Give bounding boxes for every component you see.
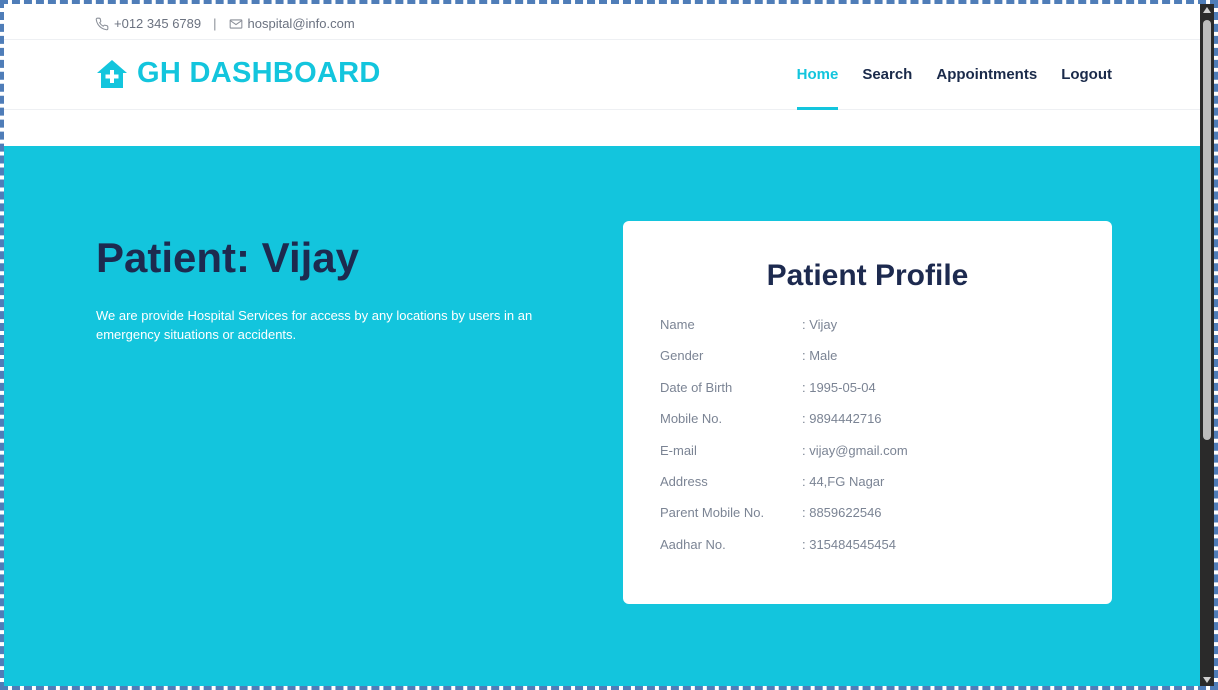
- field-value: : Male: [802, 348, 838, 364]
- site-header: GH DASHBOARD Home Search Appointments Lo…: [4, 40, 1200, 110]
- phone-icon: [95, 17, 109, 30]
- nav-appointments[interactable]: Appointments: [936, 40, 1037, 110]
- vertical-scrollbar[interactable]: [1200, 4, 1214, 686]
- hero-section: Patient: Vijay We are provide Hospital S…: [4, 146, 1200, 686]
- field-label: Aadhar No.: [660, 536, 726, 552]
- page-title: Patient: Vijay: [96, 234, 359, 281]
- field-value: : vijay@gmail.com: [802, 442, 908, 458]
- profile-row-gender: Gender : Male: [660, 348, 1080, 379]
- field-label: Date of Birth: [660, 379, 733, 395]
- field-label: Mobile No.: [660, 411, 723, 427]
- field-label: Address: [660, 473, 708, 489]
- profile-fields: Name : Vijay Gender : Male Date of Birth…: [660, 317, 1080, 568]
- profile-row-email: E-mail : vijay@gmail.com: [660, 443, 1080, 474]
- field-value: : 315484545454: [802, 536, 896, 552]
- email-address: hospital@info.com: [247, 16, 355, 31]
- mail-icon: [229, 18, 242, 29]
- nav-search[interactable]: Search: [862, 40, 912, 110]
- profile-row-parent-mobile: Parent Mobile No. : 8859622546: [660, 505, 1080, 536]
- scroll-down-arrow-icon[interactable]: [1203, 677, 1211, 683]
- profile-title: Patient Profile: [766, 259, 969, 292]
- field-label: E-mail: [660, 442, 697, 458]
- main-nav: Home Search Appointments Logout: [773, 40, 1112, 110]
- phone-number: +012 345 6789: [114, 16, 202, 31]
- field-label: Name: [660, 317, 695, 332]
- browser-viewport: +012 345 6789 | hospital@info.com GH DAS…: [4, 4, 1200, 686]
- contact-bar: +012 345 6789 | hospital@info.com: [4, 4, 1200, 40]
- nav-logout[interactable]: Logout: [1061, 40, 1112, 110]
- scroll-up-arrow-icon[interactable]: [1203, 7, 1211, 13]
- field-value: : 9894442716: [802, 411, 882, 427]
- patient-profile-card: Patient Profile Name : Vijay Gender : Ma…: [623, 221, 1112, 604]
- profile-row-dob: Date of Birth : 1995-05-04: [660, 380, 1080, 411]
- profile-row-aadhar: Aadhar No. : 315484545454: [660, 537, 1080, 568]
- contact-separator: |: [213, 16, 217, 31]
- field-value: : 8859622546: [802, 505, 882, 521]
- brand-logo[interactable]: GH DASHBOARD: [95, 57, 381, 90]
- brand-name: GH DASHBOARD: [137, 57, 381, 89]
- field-value: : Vijay: [802, 317, 838, 332]
- profile-row-name: Name : Vijay: [660, 317, 1080, 348]
- profile-row-mobile: Mobile No. : 9894442716: [660, 411, 1080, 442]
- scrollbar-thumb[interactable]: [1203, 20, 1211, 440]
- profile-row-address: Address : 44,FG Nagar: [660, 474, 1080, 505]
- contact-info: +012 345 6789 | hospital@info.com: [95, 16, 355, 31]
- nav-home[interactable]: Home: [796, 40, 838, 110]
- field-value: : 44,FG Nagar: [802, 473, 885, 489]
- hospital-house-icon: [97, 59, 127, 88]
- field-label: Gender: [660, 348, 704, 364]
- field-label: Parent Mobile No.: [660, 505, 765, 521]
- hero-description: We are provide Hospital Services for acc…: [96, 308, 533, 342]
- field-value: : 1995-05-04: [802, 379, 876, 395]
